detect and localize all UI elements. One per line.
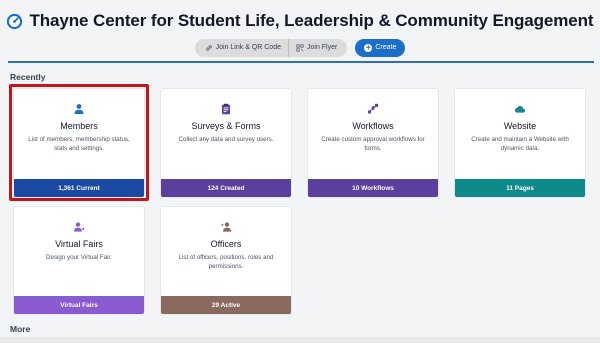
card-workflows[interactable]: Workflows Create custom approval workflo… [307, 88, 439, 198]
dashboard-gauge-icon [6, 13, 23, 30]
header-actions: Join Link & QR Code Join Flyer + Create [0, 38, 600, 57]
cloud-icon [455, 103, 585, 115]
card-description: List of members, membership status, stat… [28, 136, 130, 152]
create-button[interactable]: + Create [355, 38, 406, 57]
clipboard-icon [161, 103, 291, 115]
card-surveys-forms[interactable]: Surveys & Forms Collect any data and sur… [160, 88, 292, 198]
section-title-recently: Recently [10, 72, 46, 82]
card-footer-button[interactable]: 124 Created [161, 179, 291, 197]
card-description: Design your Virtual Fair. [46, 254, 112, 261]
card-description: Create custom approval workflows for for… [321, 136, 425, 152]
join-flyer-button[interactable]: Join Flyer [288, 38, 344, 57]
card-title: Members [60, 121, 98, 131]
link-icon [205, 44, 212, 51]
card-virtual-fairs[interactable]: Virtual Fairs Design your Virtual Fair. … [13, 206, 145, 315]
join-link-label: Join Link & QR Code [215, 44, 281, 51]
card-description: Create and maintain a Website with dynam… [471, 136, 569, 152]
card-members[interactable]: Members List of members, membership stat… [13, 88, 145, 198]
card-title: Surveys & Forms [191, 121, 261, 131]
card-footer-button[interactable]: 29 Active [161, 296, 291, 314]
title-row: Thayne Center for Student Life, Leadersh… [0, 9, 600, 33]
join-flyer-label: Join Flyer [307, 44, 338, 51]
member-icon [14, 103, 144, 115]
virtual-fair-icon [14, 221, 144, 233]
join-options-group: Join Link & QR Code Join Flyer [194, 38, 348, 57]
card-officers[interactable]: Officers List of officers, positions, ro… [160, 206, 292, 315]
card-title: Website [503, 121, 537, 131]
card-description: List of officers, positions, roles and p… [178, 254, 274, 270]
card-title: Virtual Fairs [55, 239, 103, 249]
page-title: Thayne Center for Student Life, Leadersh… [29, 11, 594, 30]
officers-icon [161, 221, 291, 233]
card-footer-button[interactable]: 11 Pages [455, 179, 585, 197]
card-footer-button[interactable]: 10 Workflows [308, 179, 438, 197]
workflow-icon [308, 103, 438, 115]
card-footer-button[interactable]: Virtual Fairs [14, 296, 144, 314]
header-divider [8, 61, 594, 63]
page-header: Thayne Center for Student Life, Leadersh… [0, 0, 600, 61]
plus-icon: + [364, 42, 373, 52]
card-website[interactable]: Website Create and maintain a Website wi… [454, 88, 586, 198]
card-title: Workflows [352, 121, 394, 131]
qr-code-icon [296, 43, 304, 52]
card-title: Officers [210, 239, 242, 249]
join-link-button[interactable]: Join Link & QR Code [198, 39, 288, 57]
bottom-divider [0, 337, 600, 343]
create-label: Create [375, 44, 397, 51]
card-description: Collect any data and survey users. [178, 136, 274, 143]
section-title-more: More [10, 324, 31, 334]
card-footer-button[interactable]: 1,361 Current [14, 179, 144, 197]
